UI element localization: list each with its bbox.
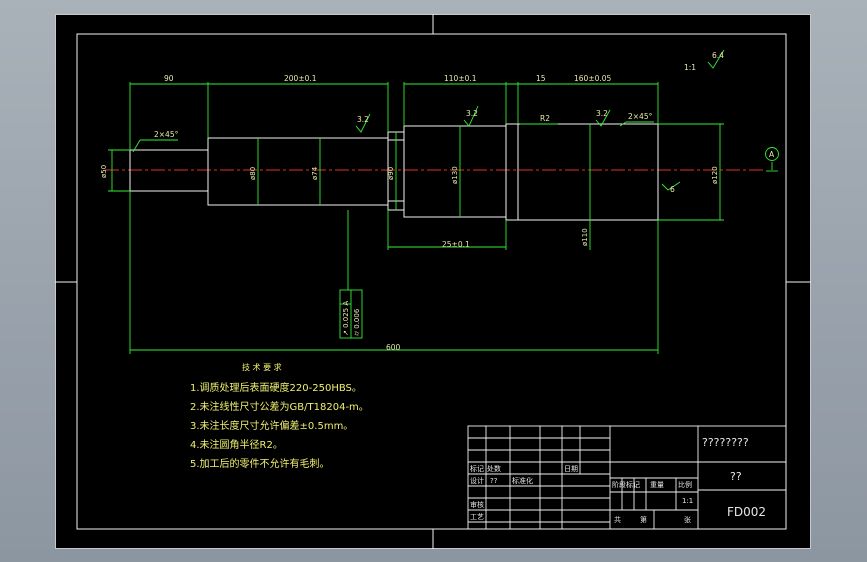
title-block-texts: ???????? ?? FD002 1:1 标记 处数 设计 ?? 标准化 审核… (470, 436, 766, 524)
dim-110: 110±0.1 (444, 74, 477, 83)
dia-80: ø80 (249, 167, 257, 180)
dia-74: ø74 (311, 166, 319, 180)
drawing-number: FD002 (727, 505, 766, 519)
label-sheet-no: 第 (640, 515, 647, 524)
designer-name: ?? (490, 477, 498, 485)
label-weight: 重量 (650, 481, 664, 489)
note-3: 3.未注长度尺寸允许偏差±0.5mm。 (190, 419, 353, 432)
rough-general: 6.4 (712, 51, 724, 60)
tolerance-cylindricity: ⌭ 0.006 (353, 308, 361, 336)
note-2: 2.未注线性尺寸公差为GB/T18204-m。 (190, 400, 369, 413)
chamfer-left: 2×45° (154, 130, 179, 139)
label-review: 审核 (470, 500, 484, 509)
note-5: 5.加工后的零件不允许有毛刺。 (190, 457, 330, 470)
dimension-texts: 90 200±0.1 110±0.1 15 160±0.05 25±0.1 60… (100, 51, 775, 352)
rough-6: 6 (670, 185, 675, 194)
dia-110: ø110 (581, 228, 589, 246)
notes-title: 技 术 要 求 (242, 362, 282, 372)
label-sheet: 张 (684, 515, 691, 524)
label-stage-mark: 阶段标记 (612, 480, 640, 489)
dia-90: ø90 (387, 167, 395, 180)
dia-120: ø120 (711, 166, 719, 184)
dim-90: 90 (164, 74, 174, 83)
label-process: 工艺 (470, 513, 484, 521)
rough-3-2-c: 3.2 (596, 109, 608, 118)
dim-200: 200±0.1 (284, 74, 317, 83)
scale-value: 1:1 (682, 497, 693, 505)
note-4: 4.未注圆角半径R2。 (190, 438, 283, 451)
dim-600: 600 (386, 343, 401, 352)
chamfer-right: 2×45° (628, 112, 653, 121)
tolerance-runout: ↗ 0.025 A (342, 301, 350, 336)
label-count: 处数 (487, 464, 501, 473)
dim-25: 25±0.1 (442, 240, 470, 249)
part-name: ???????? (702, 436, 749, 449)
rough-3-2-a: 3.2 (357, 115, 369, 124)
dimension-lines (108, 49, 779, 354)
dia-50: ø50 (100, 165, 108, 178)
label-sheets: 共 (614, 515, 621, 524)
rough-3-2-b: 3.2 (466, 109, 478, 118)
technical-notes: 技 术 要 求 1.调质处理后表面硬度220-250HBS。 2.未注线性尺寸公… (190, 362, 369, 470)
radius-r2: R2 (540, 114, 550, 123)
label-ratio: 比例 (678, 480, 692, 489)
material: ?? (730, 470, 742, 483)
scale-note: 1:1 (684, 63, 696, 72)
label-mark: 标记 (470, 464, 484, 473)
datum-a: A (769, 150, 775, 159)
label-designer: 设计 (470, 476, 484, 485)
cad-drawing[interactable]: 90 200±0.1 110±0.1 15 160±0.05 25±0.1 60… (0, 0, 867, 562)
label-standardize: 标准化 (512, 476, 533, 485)
label-date: 日期 (564, 465, 578, 473)
dim-160: 160±0.05 (574, 74, 612, 83)
inner-border (76, 33, 787, 530)
dia-130: ø130 (451, 166, 459, 184)
note-1: 1.调质处理后表面硬度220-250HBS。 (190, 381, 362, 394)
dim-15: 15 (536, 74, 546, 83)
